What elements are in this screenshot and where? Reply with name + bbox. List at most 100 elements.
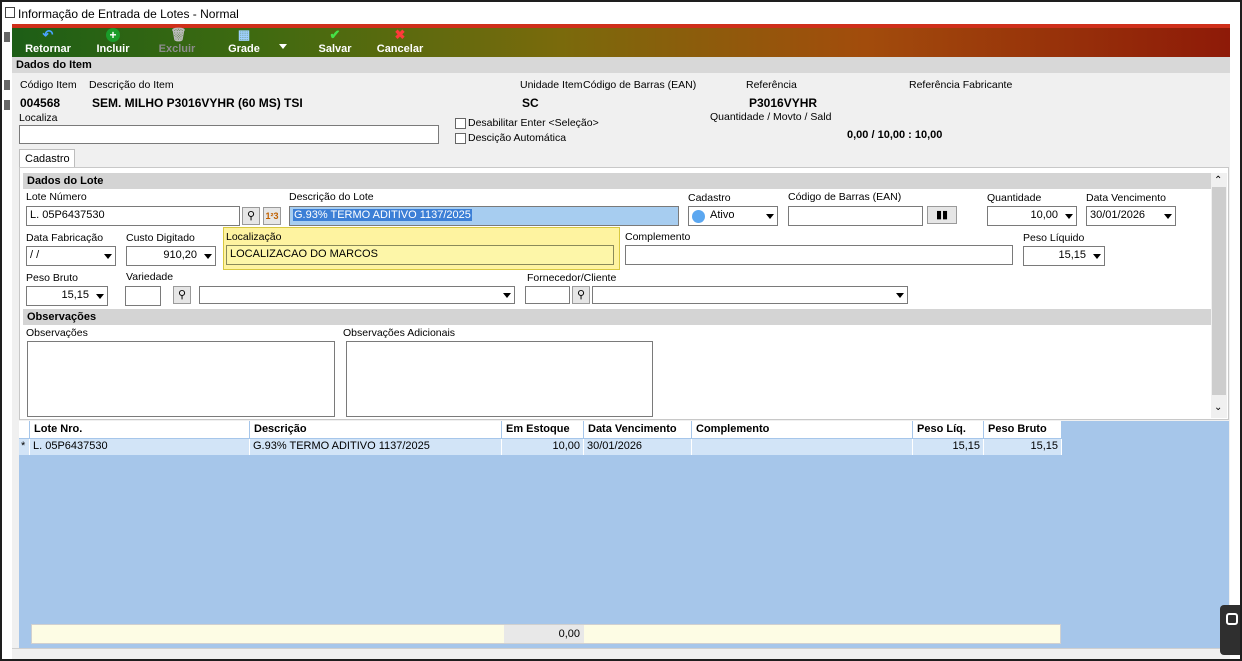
data-fabricacao-value: / /	[30, 249, 40, 261]
status-icon	[692, 210, 705, 223]
title-bar: Informação de Entrada de Lotes - Normal	[2, 2, 1240, 24]
toolbar: ↶ Retornar + Incluir 🗑 Excluir ▦ Grade ✔…	[12, 24, 1230, 57]
cell-vencimento[interactable]: 30/01/2026	[584, 439, 692, 455]
left-marker	[4, 32, 10, 42]
localiza-input[interactable]	[19, 125, 439, 144]
barcode-icon[interactable]: ▮▮	[927, 206, 957, 224]
cell-lote[interactable]: L. 05P6437530	[30, 439, 250, 455]
peso-bruto-label: Peso Bruto	[26, 272, 78, 284]
observacoes-adicionais-textarea[interactable]	[346, 341, 653, 417]
complemento-input[interactable]	[625, 245, 1013, 265]
salvar-label: Salvar	[318, 43, 352, 55]
chat-icon	[1226, 613, 1238, 625]
localizacao-input[interactable]: LOCALIZACAO DO MARCOS	[226, 245, 614, 265]
app-window: Informação de Entrada de Lotes - Normal …	[0, 0, 1242, 661]
left-marker	[4, 80, 10, 90]
data-vencimento-input[interactable]: 30/01/2026	[1086, 206, 1176, 226]
lote-ean-input[interactable]	[788, 206, 923, 226]
descricao-auto-label: Descição Automática	[468, 132, 567, 144]
lote-ean-label: Código de Barras (EAN)	[788, 191, 902, 203]
grid-header-peso-liq[interactable]: Peso Líq.	[913, 421, 984, 438]
data-fabricacao-input[interactable]: / /	[26, 246, 116, 266]
numbering-icon[interactable]: 1²3	[263, 207, 281, 225]
grid-header-peso-bruto[interactable]: Peso Bruto	[984, 421, 1062, 438]
quantidade-label: Quantidade / Movto / Sald	[710, 111, 832, 123]
incluir-button[interactable]: + Incluir	[90, 26, 136, 57]
lote-section-title: Dados do Lote	[23, 173, 1211, 189]
grid-header-complemento[interactable]: Complemento	[692, 421, 913, 438]
descricao-value: SEM. MILHO P3016VYHR (60 MS) TSI	[92, 96, 303, 110]
check-icon: ✔	[329, 27, 341, 42]
lote-descricao-input[interactable]: G.93% TERMO ADITIVO 1137/2025	[289, 206, 679, 226]
grid-footer: 0,00	[31, 624, 1061, 644]
fornecedor-dropdown[interactable]	[592, 286, 908, 304]
fornecedor-label: Fornecedor/Cliente	[527, 272, 617, 284]
horizontal-scrollbar[interactable]	[12, 648, 1230, 659]
grid-header-lote[interactable]: Lote Nro.	[30, 421, 250, 438]
left-marker	[4, 100, 10, 110]
scrollbar-thumb[interactable]	[1212, 187, 1226, 395]
data-vencimento-label: Data Vencimento	[1086, 192, 1166, 204]
cell-peso-liq[interactable]: 15,15	[913, 439, 984, 455]
cancelar-button[interactable]: ✖ Cancelar	[374, 26, 426, 57]
cell-descricao[interactable]: G.93% TERMO ADITIVO 1137/2025	[250, 439, 502, 455]
grade-dropdown-arrow[interactable]	[279, 44, 287, 49]
salvar-button[interactable]: ✔ Salvar	[312, 26, 358, 57]
window-icon	[5, 7, 15, 18]
search-icon[interactable]: ⚲	[173, 286, 191, 304]
tab-cadastro[interactable]: Cadastro	[19, 149, 75, 168]
peso-bruto-value: 15,15	[61, 289, 89, 301]
left-strip	[2, 24, 12, 659]
peso-liquido-label: Peso Líquido	[1023, 232, 1085, 244]
search-icon[interactable]: ⚲	[572, 286, 590, 304]
peso-bruto-input[interactable]: 15,15	[26, 286, 108, 306]
grid-icon: ▦	[237, 27, 251, 42]
lote-quantidade-input[interactable]: 10,00	[987, 206, 1077, 226]
lotes-grid: Lote Nro. Descrição Em Estoque Data Venc…	[19, 421, 1229, 648]
variedade-label: Variedade	[126, 271, 174, 283]
grid-header-estoque[interactable]: Em Estoque	[502, 421, 584, 438]
search-icon[interactable]: ⚲	[242, 207, 260, 225]
lote-numero-input[interactable]: L. 05P6437530	[26, 206, 240, 226]
lote-descricao-selected-text: G.93% TERMO ADITIVO 1137/2025	[293, 209, 472, 221]
localizacao-label: Localização	[226, 231, 282, 243]
footer-total: 0,00	[504, 625, 584, 643]
data-vencimento-value: 30/01/2026	[1090, 209, 1146, 221]
add-icon: +	[106, 28, 120, 42]
descricao-auto-checkbox[interactable]	[455, 133, 466, 144]
variedade-dropdown[interactable]	[199, 286, 515, 304]
ref-fabricante-label: Referência Fabricante	[909, 79, 1013, 91]
retornar-label: Retornar	[25, 43, 71, 55]
cancelar-label: Cancelar	[376, 43, 424, 55]
desabilitar-label: Desabilitar Enter <Seleção>	[468, 117, 599, 129]
grid-header-vencimento[interactable]: Data Vencimento	[584, 421, 692, 438]
data-fabricacao-label: Data Fabricação	[26, 232, 104, 244]
retornar-button[interactable]: ↶ Retornar	[20, 26, 76, 57]
custo-input[interactable]: 910,20	[126, 246, 216, 266]
fornecedor-code-input[interactable]	[525, 286, 570, 304]
item-section: Dados do Item Código Item 004568 Descriç…	[12, 57, 1230, 150]
scroll-down-icon[interactable]: ⌄	[1214, 402, 1222, 413]
observacoes-textarea[interactable]	[27, 341, 335, 417]
lote-descricao-label: Descrição do Lote	[289, 191, 374, 203]
cell-estoque[interactable]: 10,00	[502, 439, 584, 455]
variedade-code-input[interactable]	[125, 286, 161, 306]
row-marker: *	[19, 439, 30, 455]
grade-button[interactable]: ▦ Grade	[222, 26, 266, 57]
desabilitar-checkbox[interactable]	[455, 118, 466, 129]
scroll-up-icon[interactable]: ⌃	[1214, 175, 1222, 186]
side-panel-button[interactable]	[1220, 605, 1240, 655]
grid-header-descricao[interactable]: Descrição	[250, 421, 502, 438]
return-icon: ↶	[42, 27, 54, 42]
lote-numero-label: Lote Número	[26, 191, 87, 203]
cadastro-dropdown[interactable]: Ativo	[688, 206, 778, 226]
cell-complemento[interactable]	[692, 439, 913, 455]
localiza-label: Localiza	[19, 112, 58, 124]
trash-icon: 🗑	[170, 27, 187, 42]
peso-liquido-input[interactable]: 15,15	[1023, 246, 1105, 266]
window-title: Informação de Entrada de Lotes - Normal	[18, 7, 239, 21]
form-scrollbar[interactable]: ⌃ ⌄	[1211, 173, 1227, 418]
cell-peso-bruto[interactable]: 15,15	[984, 439, 1062, 455]
observacoes-adicionais-label: Observações Adicionais	[343, 327, 456, 339]
excluir-button[interactable]: 🗑 Excluir	[152, 26, 202, 57]
